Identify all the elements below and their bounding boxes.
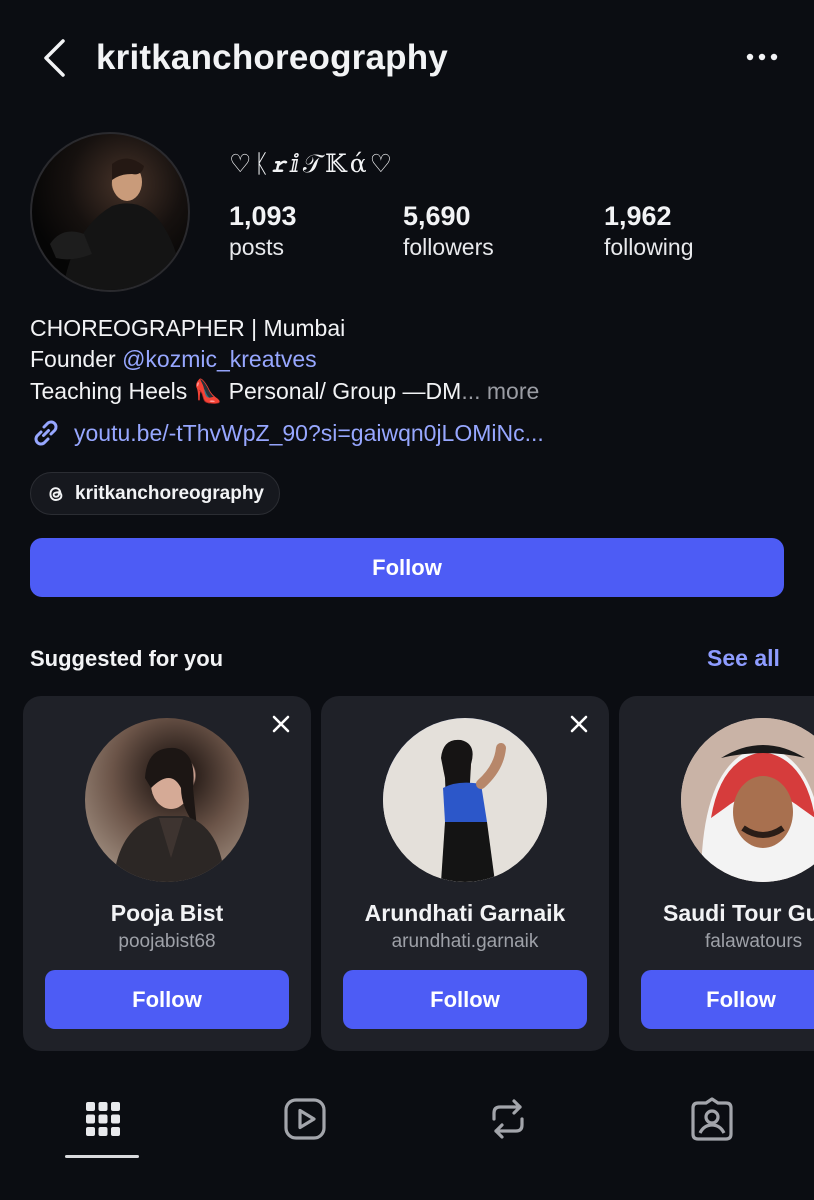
tab-reposts[interactable]: [483, 1094, 533, 1144]
suggested-avatar[interactable]: [383, 718, 547, 882]
suggested-name[interactable]: Arundhati Garnaik: [321, 898, 609, 928]
grid-icon: [86, 1102, 120, 1136]
suggested-username: poojabist68: [118, 931, 216, 952]
suggested-photo: [681, 718, 814, 882]
chevron-left-icon: [44, 39, 65, 77]
active-tab-indicator: [65, 1155, 139, 1158]
suggested-follow-button[interactable]: Follow: [641, 970, 814, 1029]
tab-tagged[interactable]: [687, 1094, 737, 1144]
suggested-title: Suggested for you: [30, 646, 224, 671]
external-link-text: youtu.be/-tThvWpZ_90?si=gaiwqn0jLOMiNc..…: [74, 420, 544, 446]
posts-label: posts: [229, 234, 284, 260]
suggested-card[interactable]: Saudi Tour Gu falawatours Follow: [619, 696, 814, 1051]
followers-label: followers: [403, 234, 494, 260]
tab-reels[interactable]: [280, 1094, 330, 1144]
suggested-follow-button[interactable]: Follow: [343, 970, 587, 1029]
see-all-link[interactable]: See all: [707, 643, 780, 673]
bio-ellipsis: ...: [461, 378, 487, 404]
threads-badge[interactable]: kritkanchoreography: [30, 472, 280, 515]
suggested-avatar[interactable]: [85, 718, 249, 882]
following-label: following: [604, 234, 694, 260]
tab-posts-grid[interactable]: [78, 1094, 128, 1144]
threads-handle: kritkanchoreography: [75, 482, 264, 504]
suggested-card[interactable]: Arundhati Garnaik arundhati.garnaik Foll…: [321, 696, 609, 1051]
more-options-button[interactable]: [740, 42, 784, 72]
profile-display-name: ♡ᛕ𝒓ⅈ𝒯𝕂ά♡: [229, 149, 396, 178]
profile-photo: [50, 158, 182, 290]
suggested-follow-button[interactable]: Follow: [45, 970, 289, 1029]
posts-count: 1,093: [229, 201, 297, 231]
bio-teaching-text: Teaching Heels 👠 Personal/ Group —DM: [30, 378, 462, 404]
reels-icon: [284, 1098, 326, 1140]
bio-line-2: Founder @kozmic_kreatves: [30, 344, 317, 374]
posts-stat[interactable]: 1,093 posts: [229, 200, 297, 262]
profile-username-title: kritkanchoreography: [96, 38, 448, 77]
followers-stat[interactable]: 5,690 followers: [403, 200, 494, 262]
more-horizontal-icon: [746, 53, 778, 61]
profile-external-link[interactable]: youtu.be/-tThvWpZ_90?si=gaiwqn0jLOMiNc..…: [30, 417, 544, 449]
link-icon: [34, 420, 58, 446]
follow-button[interactable]: Follow: [30, 538, 784, 597]
close-icon: [570, 715, 588, 733]
following-count: 1,962: [604, 201, 672, 231]
threads-icon: [49, 486, 63, 501]
suggested-card[interactable]: Pooja Bist poojabist68 Follow: [23, 696, 311, 1051]
bio-line-1: CHOREOGRAPHER | Mumbai: [30, 315, 346, 341]
dismiss-suggestion-button[interactable]: [267, 710, 295, 738]
tagged-icon: [691, 1097, 733, 1141]
close-icon: [272, 715, 290, 733]
bio-founder-text: Founder: [30, 346, 123, 372]
suggested-name[interactable]: Saudi Tour Gu: [663, 898, 814, 928]
followers-count: 5,690: [403, 201, 471, 231]
reposts-icon: [492, 1099, 524, 1139]
bio-mention-link[interactable]: @kozmic_kreatves: [122, 346, 317, 372]
profile-avatar[interactable]: [30, 132, 190, 292]
bio-line-3: Teaching Heels 👠 Personal/ Group —DM... …: [30, 376, 539, 406]
suggested-username: falawatours: [705, 931, 803, 952]
bio-more-link[interactable]: more: [487, 378, 539, 404]
suggested-username: arundhati.garnaik: [391, 931, 539, 952]
suggested-photo: [383, 718, 547, 882]
suggested-name[interactable]: Pooja Bist: [23, 898, 311, 928]
dismiss-suggestion-button[interactable]: [565, 710, 593, 738]
back-button[interactable]: [34, 36, 74, 80]
suggested-avatar[interactable]: [681, 718, 814, 882]
following-stat[interactable]: 1,962 following: [604, 200, 694, 262]
suggested-photo: [113, 747, 225, 882]
